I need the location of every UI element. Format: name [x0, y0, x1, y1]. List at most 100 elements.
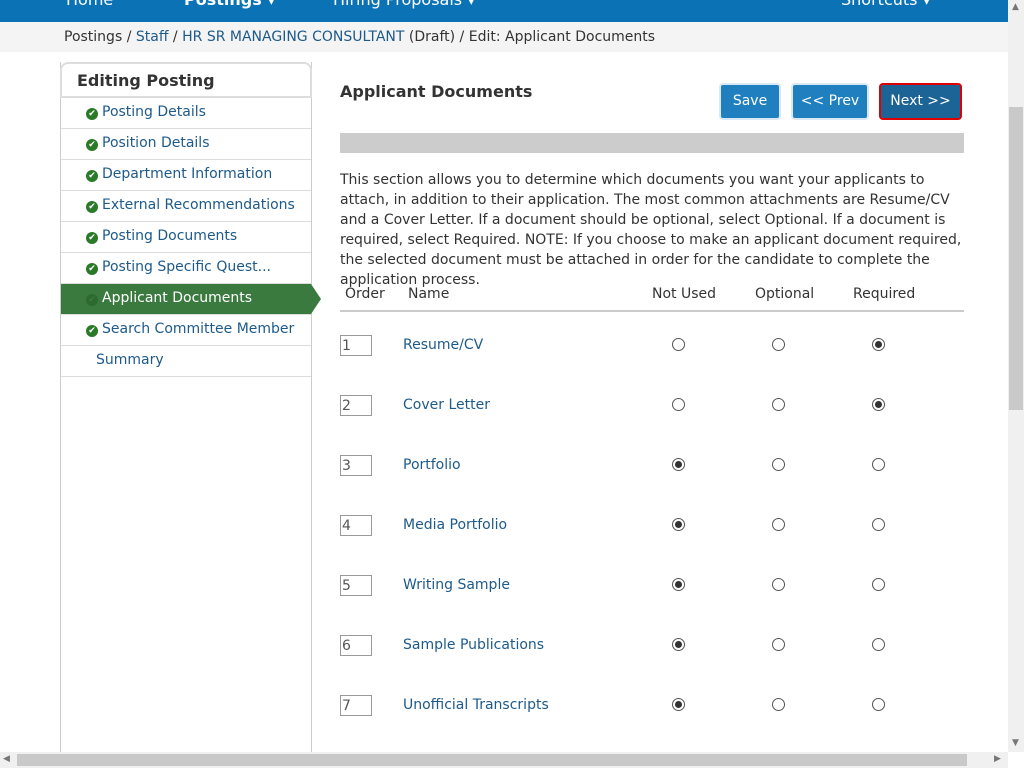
radio-optional[interactable]	[772, 458, 785, 471]
sidebar-item-label: Posting Details	[102, 104, 206, 120]
order-input[interactable]: 2	[340, 395, 372, 416]
nav-shortcuts[interactable]: Shortcuts ▾	[841, 0, 931, 9]
sidebar-title: Editing Posting	[60, 62, 312, 98]
document-name: Media Portfolio	[403, 517, 508, 533]
document-name: Writing Sample	[403, 577, 510, 593]
sidebar-item[interactable]: ✔ Posting Specific Quest...	[61, 253, 311, 284]
radio-not-used[interactable]	[672, 578, 685, 591]
document-name: Portfolio	[403, 457, 461, 473]
document-name: Resume/CV	[403, 337, 484, 353]
nav-postings[interactable]: Postings ▾	[184, 0, 275, 9]
check-circle-icon: ✔	[86, 294, 98, 306]
col-optional: Optional	[755, 286, 815, 302]
sidebar-item-label: Search Committee Member	[102, 321, 295, 337]
radio-not-used[interactable]	[672, 698, 685, 711]
check-circle-icon: ✔	[86, 139, 98, 151]
order-input[interactable]: 7	[340, 695, 372, 716]
sidebar-item[interactable]: ✔ Department Information	[61, 160, 311, 191]
check-circle-icon: ✔	[86, 232, 98, 244]
horizontal-scrollbar[interactable]: ◀ ▶	[0, 752, 1008, 768]
sidebar-item-label: Posting Specific Quest...	[102, 259, 271, 275]
nav-hiring-proposals[interactable]: Hiring Proposals ▾	[333, 0, 475, 9]
vertical-scrollbar[interactable]: ▲ ▼	[1008, 0, 1024, 752]
table-row: 6 Sample Publications	[340, 624, 964, 684]
sidebar-item-label: External Recommendations	[102, 197, 295, 213]
scroll-left-icon[interactable]: ◀	[3, 754, 10, 764]
radio-optional[interactable]	[772, 398, 785, 411]
section-description: This section allows you to determine whi…	[340, 172, 962, 288]
table-header: Order Name Not Used Optional Required	[340, 286, 964, 312]
scroll-right-icon[interactable]: ▶	[994, 754, 1001, 764]
radio-required[interactable]	[872, 338, 885, 351]
table-row: 3 Portfolio	[340, 444, 964, 504]
sidebar-item-label: Applicant Documents	[102, 290, 253, 306]
check-circle-icon: ✔	[86, 108, 98, 120]
section-divider-bar	[340, 133, 964, 153]
sidebar-item-label: Position Details	[102, 135, 210, 151]
radio-optional[interactable]	[772, 338, 785, 351]
order-input[interactable]: 5	[340, 575, 372, 596]
prev-button[interactable]: << Prev	[791, 83, 869, 120]
radio-not-used[interactable]	[672, 398, 685, 411]
horizontal-scroll-thumb[interactable]	[17, 754, 967, 766]
radio-required[interactable]	[872, 638, 885, 651]
top-nav: Home Postings ▾ Hiring Proposals ▾ Short…	[0, 0, 1008, 22]
sidebar-item-label: Department Information	[102, 166, 273, 182]
breadcrumb-current: Edit: Applicant Documents	[468, 29, 656, 45]
table-row: 5 Writing Sample	[340, 564, 964, 624]
document-name: Sample Publications	[403, 637, 545, 653]
check-circle-icon: ✔	[86, 170, 98, 182]
sidebar-item-label: Posting Documents	[102, 228, 238, 244]
breadcrumb-posting[interactable]: HR SR MANAGING CONSULTANT	[182, 29, 404, 45]
order-input[interactable]: 1	[340, 335, 372, 356]
radio-optional[interactable]	[772, 638, 785, 651]
nav-home[interactable]: Home	[66, 0, 113, 9]
breadcrumb: Postings / Staff / HR SR MANAGING CONSUL…	[0, 22, 1008, 52]
radio-optional[interactable]	[772, 698, 785, 711]
order-input[interactable]: 4	[340, 515, 372, 536]
sidebar: Editing Posting ✔ Posting Details ✔ Positio…	[60, 62, 321, 752]
scroll-down-icon[interactable]: ▼	[1012, 738, 1019, 748]
document-name: Cover Letter	[403, 397, 490, 413]
radio-not-used[interactable]	[672, 518, 685, 531]
sidebar-item[interactable]: ✔ Applicant Documents	[61, 284, 321, 315]
col-required: Required	[853, 286, 916, 302]
check-circle-icon: ✔	[86, 325, 98, 337]
radio-optional[interactable]	[772, 578, 785, 591]
document-name: Unofficial Transcripts	[403, 697, 549, 713]
sidebar-item[interactable]: ✔ Search Committee Member	[61, 315, 311, 346]
scroll-up-icon[interactable]: ▲	[1012, 2, 1019, 12]
order-input[interactable]: 6	[340, 635, 372, 656]
sidebar-item-label: Summary	[96, 352, 164, 368]
order-input[interactable]: 3	[340, 455, 372, 476]
table-row: 4 Media Portfolio	[340, 504, 964, 564]
radio-required[interactable]	[872, 518, 885, 531]
vertical-scroll-thumb[interactable]	[1009, 107, 1023, 410]
breadcrumb-status: (Draft)	[408, 29, 456, 45]
sidebar-item[interactable]: ✔ Position Details	[61, 129, 311, 160]
col-name: Name	[408, 286, 450, 302]
save-button[interactable]: Save	[719, 83, 781, 120]
radio-required[interactable]	[872, 398, 885, 411]
radio-not-used[interactable]	[672, 638, 685, 651]
sidebar-item[interactable]: ✔ Posting Details	[61, 98, 311, 129]
radio-required[interactable]	[872, 578, 885, 591]
breadcrumb-postings[interactable]: Postings	[64, 29, 122, 45]
col-order: Order	[345, 286, 385, 302]
radio-required[interactable]	[872, 698, 885, 711]
page-title: Applicant Documents	[340, 82, 533, 101]
radio-not-used[interactable]	[672, 338, 685, 351]
sidebar-item[interactable]: ✔ Posting Documents	[61, 222, 311, 253]
radio-required[interactable]	[872, 458, 885, 471]
breadcrumb-staff[interactable]: Staff	[136, 29, 169, 45]
table-row: 2 Cover Letter	[340, 384, 964, 444]
check-circle-icon: ✔	[86, 201, 98, 213]
col-not-used: Not Used	[652, 286, 717, 302]
check-circle-icon: ✔	[86, 263, 98, 275]
table-row: 1 Resume/CV	[340, 324, 964, 384]
radio-optional[interactable]	[772, 518, 785, 531]
radio-not-used[interactable]	[672, 458, 685, 471]
next-button[interactable]: Next >>	[879, 83, 962, 120]
sidebar-item[interactable]: ✔ External Recommendations	[61, 191, 311, 222]
sidebar-item[interactable]: Summary	[61, 346, 311, 377]
